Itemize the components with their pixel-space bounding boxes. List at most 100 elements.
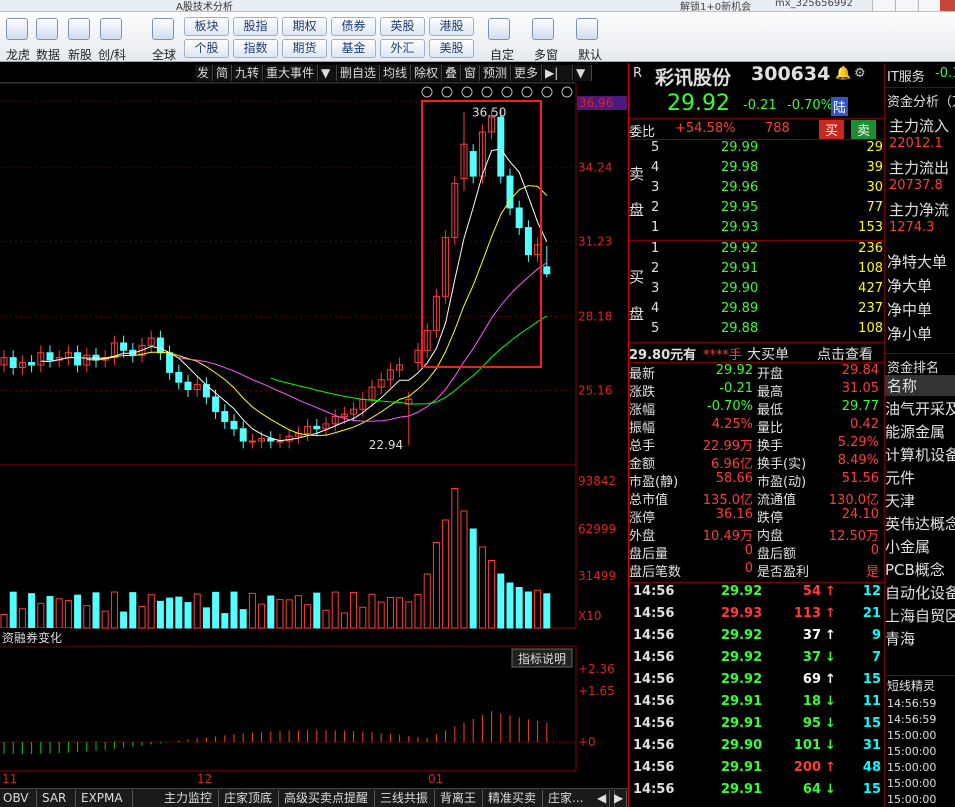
tick-time: 14:56 (633, 782, 675, 797)
market-btn-r1-4[interactable]: 英股 (380, 17, 425, 36)
rank-row[interactable]: 英伟达概念 (885, 513, 955, 534)
chart-tool-2[interactable]: 九转 (233, 65, 263, 81)
down-arrow-icon: ↑ (825, 672, 836, 687)
toolbar-right-1[interactable]: 多窗 (528, 46, 564, 63)
quote-label: 金额 (629, 457, 656, 472)
chart-tool-9[interactable]: 窗 (462, 65, 480, 81)
quote-label: 盘后笔数 (629, 565, 682, 580)
buy-side-label: 买 (629, 268, 645, 286)
chart-tool-5[interactable]: 删自选 (338, 65, 380, 81)
alert-icon[interactable]: 🔔 (835, 66, 851, 81)
market-btn-r2-1[interactable]: 指数 (233, 39, 278, 58)
market-btn-r2-2[interactable]: 期货 (282, 39, 327, 58)
minimize-button[interactable] (872, 0, 894, 11)
market-btn-r1-5[interactable]: 港股 (429, 17, 474, 36)
market-btn-r2-3[interactable]: 基金 (331, 39, 376, 58)
market-btn-r1-3[interactable]: 债券 (331, 17, 376, 36)
buy-button[interactable]: 买 (819, 120, 845, 139)
chart-tool-12[interactable]: ▶| (543, 65, 573, 81)
volume-bar (175, 596, 183, 629)
rank-row[interactable]: 元件 (885, 467, 915, 488)
custom-icon[interactable] (488, 18, 510, 40)
quote-value: 10.49万 (702, 529, 753, 544)
candle-body (120, 342, 128, 351)
chuang-ke-icon[interactable] (100, 18, 122, 40)
indicator-tab-8[interactable]: 精准买卖 (485, 790, 543, 807)
tab-scroll-left-icon[interactable]: ◀ (594, 790, 610, 807)
rank-row[interactable]: 名称 (885, 375, 955, 396)
window-title: A股技术分析 (176, 2, 233, 12)
big-order-link[interactable]: 点击查看 (817, 344, 873, 364)
quote-label: 涨跌 (629, 385, 656, 400)
tab-scroll-right-icon[interactable]: ▶ (611, 790, 627, 807)
quote-label: 最低 (757, 403, 784, 418)
indicator-tab-7[interactable]: 背离王 (437, 790, 483, 807)
tick-count: 31 (862, 738, 881, 753)
market-btn-r2-0[interactable]: 个股 (184, 39, 229, 58)
multi-window-icon[interactable] (532, 18, 554, 40)
close-button[interactable] (940, 0, 955, 11)
toolbar-right-0[interactable]: 自定 (484, 46, 520, 63)
toolbar-label-2[interactable]: 新股 (62, 46, 98, 63)
rank-row[interactable]: PCB概念 (885, 559, 945, 580)
notice-user[interactable]: mx_325656992 (775, 0, 853, 9)
settings-icon[interactable]: ⚙ (854, 66, 866, 81)
home-icon[interactable] (576, 18, 598, 40)
market-btn-r1-2[interactable]: 期权 (282, 17, 327, 36)
chart-tool-7[interactable]: 除权 (412, 65, 442, 81)
x-tick: 01 (428, 772, 443, 786)
indicator-tab-0[interactable]: OBV (0, 790, 37, 807)
indicator-tab-3[interactable]: 主力监控 (161, 790, 219, 807)
chart-tool-11[interactable]: 更多 (512, 65, 542, 81)
down-arrow-icon: ↓ (825, 650, 836, 665)
rank-row[interactable]: 天津 (885, 490, 915, 511)
chart-tool-0[interactable]: 发 (195, 65, 213, 81)
quote-value: 4.25% (711, 417, 753, 432)
indicator-tab-2[interactable]: EXPMA (78, 790, 133, 807)
chart-tool-6[interactable]: 均线 (381, 65, 411, 81)
restore-button[interactable] (918, 0, 940, 11)
rank-row[interactable]: 上海自贸区 (885, 605, 955, 626)
quote-value: 29.77 (841, 399, 879, 414)
globe-icon[interactable] (152, 18, 174, 40)
indicator-tab-5[interactable]: 高级买卖点提醒 (281, 790, 375, 807)
chart-tool-1[interactable]: 简 (214, 65, 232, 81)
chart-tool-10[interactable]: 预测 (481, 65, 511, 81)
dragon-tiger-icon[interactable] (6, 18, 28, 40)
toolbar-label-4[interactable]: 全球 (146, 46, 182, 63)
rank-row[interactable]: 青海 (885, 628, 915, 649)
new-stock-icon[interactable] (68, 18, 90, 40)
toolbar-right-2[interactable]: 默认 (572, 46, 608, 63)
market-btn-r1-0[interactable]: 板块 (184, 17, 229, 36)
indicator-tab-1[interactable]: SAR (39, 790, 76, 807)
volume-bar (221, 613, 229, 629)
indicator-tab-6[interactable]: 三线共振 (377, 790, 435, 807)
rank-row[interactable]: 自动化设备 (885, 582, 955, 603)
market-btn-r1-1[interactable]: 股指 (233, 17, 278, 36)
rank-row[interactable]: 能源金属 (885, 421, 945, 442)
toolbar-label-1[interactable]: 数据 (30, 46, 66, 63)
market-btn-r2-4[interactable]: 外汇 (380, 39, 425, 58)
chart-tool-3[interactable]: 重大事件 (264, 65, 318, 81)
candle-body (221, 411, 229, 422)
chart-tool-13[interactable]: ▼ (574, 65, 592, 81)
rank-row[interactable]: 小金属 (885, 536, 930, 557)
quote-label: 换手(实) (757, 457, 807, 472)
sell-button[interactable]: 卖 (851, 120, 877, 139)
kline-chart[interactable]: 36.9634.2431.2328.1825.1636.9636.5022.94… (0, 83, 628, 788)
chart-tool-8[interactable]: 叠 (443, 65, 461, 81)
maximize-button[interactable] (895, 0, 917, 11)
chart-tool-4[interactable]: ▼ (319, 65, 337, 81)
tick-count: 15 (862, 672, 881, 687)
price-tick: 31.23 (578, 235, 612, 249)
notice-unlock[interactable]: 解锁1+0新机会 (680, 0, 751, 11)
rank-row[interactable]: 计算机设备 (885, 444, 955, 465)
volume-bar (506, 582, 514, 629)
toolbar-label-3[interactable]: 创/科 (94, 46, 130, 63)
tick-price: 29.92 (721, 628, 763, 643)
rank-row[interactable]: 油气开采及 (885, 398, 955, 419)
market-btn-r2-5[interactable]: 美股 (429, 39, 474, 58)
data-icon[interactable] (36, 18, 58, 40)
indicator-tab-4[interactable]: 庄家顶底 (221, 790, 279, 807)
volume-bar (212, 591, 220, 629)
